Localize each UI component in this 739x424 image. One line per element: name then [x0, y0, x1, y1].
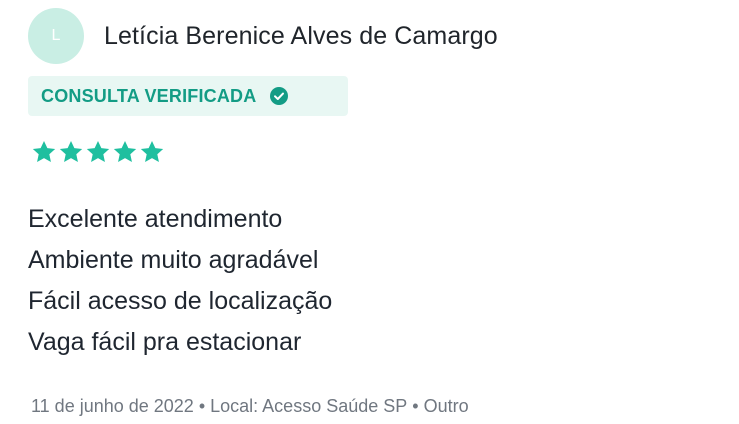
meta-separator: •: [198, 396, 206, 416]
star-icon: [86, 140, 110, 162]
star-icon: [113, 140, 137, 162]
check-circle-icon: [270, 87, 289, 105]
meta-separator: •: [412, 396, 419, 416]
star-rating: [31, 139, 166, 165]
review-line: Excelente atendimento: [28, 205, 283, 233]
verified-badge-label: CONSULTA VERIFICADA: [41, 85, 257, 106]
review-meta: 11 de junho de 2022 • Local: Acesso Saúde …: [31, 396, 469, 417]
star-icon: [32, 140, 56, 162]
author-name: Letícia Berenice Alves de Camargo: [104, 21, 498, 50]
verified-badge: CONSULTA VERIFICADA: [28, 76, 348, 116]
star-icon: [140, 140, 164, 162]
review-line: Vaga fácil pra estacionar: [28, 328, 302, 356]
review-line: Fácil acesso de localização: [28, 287, 333, 315]
review-date: 11 de junho de 2022: [31, 396, 194, 416]
star-icon: [59, 140, 83, 162]
avatar: L: [28, 8, 84, 64]
review-text: Excelente atendimento Ambiente muito agr…: [28, 199, 332, 363]
review-card: L Letícia Berenice Alves de Camargo CONS…: [0, 0, 739, 424]
review-line: Ambiente muito agradável: [28, 246, 319, 274]
review-header: L Letícia Berenice Alves de Camargo: [28, 8, 498, 64]
avatar-initial: L: [51, 27, 61, 44]
review-location: Local: Acesso Saúde SP: [210, 396, 408, 416]
review-type: Outro: [423, 396, 469, 416]
